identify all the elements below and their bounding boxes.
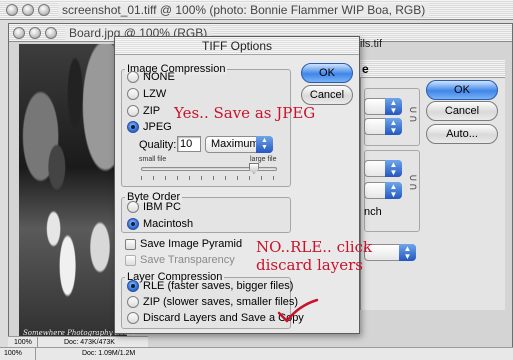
save-transparency-checkbox: Save Transparency bbox=[125, 254, 235, 266]
chain-link-icon: ⊂ ⊃ bbox=[409, 105, 418, 125]
quality-preset-select[interactable]: Maximum ▲ ▼ bbox=[205, 136, 273, 153]
ok-button[interactable]: OK bbox=[301, 63, 353, 83]
side-dialog-title: e bbox=[362, 62, 369, 76]
close-window-icon[interactable] bbox=[6, 4, 18, 16]
back-zoom-level[interactable]: 100% bbox=[0, 348, 36, 360]
side-title-fragment: ils.tif bbox=[360, 38, 382, 50]
back-doc-size: Doc: 1.09M/1.2M bbox=[81, 350, 136, 357]
radio-ibm-pc[interactable]: IBM PC bbox=[127, 201, 181, 213]
radio-lzw-button[interactable] bbox=[127, 88, 139, 100]
checkmark-annotation-icon bbox=[277, 298, 319, 323]
radio-lzw[interactable]: LZW bbox=[127, 88, 166, 100]
tiff-options-dialog: TIFF Options Image Compression NONE LZW … bbox=[114, 36, 360, 334]
quality-label: Quality: bbox=[139, 139, 177, 151]
radio-zip-button[interactable] bbox=[127, 105, 139, 117]
back-status-bar: 100% Doc: 1.09M/1.2M bbox=[0, 347, 513, 360]
popup-arrows-icon: ▲ ▼ bbox=[385, 182, 402, 199]
radio-lzw-label: LZW bbox=[143, 88, 167, 100]
side-popup-3[interactable]: ▲ ▼ bbox=[364, 160, 402, 177]
save-image-pyramid-label: Save Image Pyramid bbox=[140, 238, 243, 250]
slider-ticks bbox=[141, 176, 277, 180]
side-popup-2[interactable]: ▲ ▼ bbox=[364, 118, 402, 135]
minimize-window-icon[interactable] bbox=[22, 4, 34, 16]
minimize-window-icon[interactable] bbox=[29, 27, 41, 39]
radio-macintosh-label: Macintosh bbox=[143, 218, 194, 230]
radio-macintosh-button[interactable] bbox=[127, 218, 139, 230]
popup-arrows-icon: ▲ ▼ bbox=[385, 98, 402, 115]
radio-ibm-pc-label: IBM PC bbox=[143, 201, 181, 213]
zoom-window-icon[interactable] bbox=[45, 27, 57, 39]
quality-preset-value: Maximum bbox=[211, 138, 259, 150]
save-transparency-box bbox=[125, 254, 136, 266]
radio-none-label: NONE bbox=[143, 71, 175, 83]
radio-layer-zip-button[interactable] bbox=[127, 296, 139, 308]
small-file-label: small file bbox=[139, 156, 167, 163]
side-popup-4[interactable]: ▲ ▼ bbox=[364, 182, 402, 199]
quality-input[interactable]: 10 bbox=[177, 136, 201, 152]
radio-rle[interactable]: RLE (faster saves, bigger files) bbox=[127, 280, 293, 292]
radio-macintosh[interactable]: Macintosh bbox=[127, 218, 193, 230]
radio-zip-label: ZIP bbox=[143, 105, 161, 117]
radio-none-button[interactable] bbox=[127, 71, 139, 83]
save-image-pyramid-checkbox[interactable]: Save Image Pyramid bbox=[125, 238, 242, 250]
radio-rle-button[interactable] bbox=[127, 280, 139, 292]
radio-layer-zip-label: ZIP (slower saves, smaller files) bbox=[143, 296, 299, 308]
chain-link-icon: ⊂ ⊃ bbox=[409, 173, 418, 193]
zoom-window-icon[interactable] bbox=[38, 4, 50, 16]
side-popup-1[interactable]: ▲ ▼ bbox=[364, 98, 402, 115]
annotation-layers-note-2: discard layers bbox=[256, 256, 363, 274]
close-window-icon[interactable] bbox=[13, 27, 25, 39]
radio-ibm-pc-button[interactable] bbox=[127, 201, 139, 213]
annotation-jpeg-note: Yes.. Save as JPEG bbox=[174, 104, 316, 122]
radio-rle-label: RLE (faster saves, bigger files) bbox=[143, 280, 294, 292]
radio-zip[interactable]: ZIP bbox=[127, 105, 160, 117]
popup-arrows-icon: ▲ ▼ bbox=[385, 160, 402, 177]
large-file-label: large file bbox=[250, 156, 277, 163]
save-transparency-label: Save Transparency bbox=[140, 254, 235, 266]
popup-arrows-icon: ▲ ▼ bbox=[399, 244, 416, 261]
side-auto-button[interactable]: Auto... bbox=[426, 124, 498, 144]
photo-canvas[interactable] bbox=[19, 44, 127, 352]
radio-jpeg-label: JPEG bbox=[143, 121, 172, 133]
side-ok-button[interactable]: OK bbox=[426, 80, 498, 100]
back-window-title: screenshot_01.tiff @ 100% (photo: Bonnie… bbox=[58, 3, 430, 17]
radio-layer-zip[interactable]: ZIP (slower saves, smaller files) bbox=[127, 296, 298, 308]
side-dialog-titlebar[interactable]: e bbox=[360, 60, 505, 78]
radio-discard-layers-button[interactable] bbox=[127, 312, 139, 324]
radio-jpeg[interactable]: JPEG bbox=[127, 121, 172, 133]
popup-arrows-icon: ▲ ▼ bbox=[385, 118, 402, 135]
dialog-title: TIFF Options bbox=[115, 37, 359, 55]
side-cancel-button[interactable]: Cancel bbox=[426, 101, 498, 121]
radio-none[interactable]: NONE bbox=[127, 71, 175, 83]
popup-arrows-icon: ▲ ▼ bbox=[256, 136, 273, 153]
side-nch-label: nch bbox=[364, 206, 382, 218]
radio-jpeg-button[interactable] bbox=[127, 121, 139, 133]
save-image-pyramid-box[interactable] bbox=[125, 238, 136, 250]
back-window-titlebar[interactable]: screenshot_01.tiff @ 100% (photo: Bonnie… bbox=[0, 0, 513, 20]
cancel-button[interactable]: Cancel bbox=[301, 85, 353, 105]
annotation-layers-note-1: NO..RLE.. click bbox=[256, 238, 373, 256]
